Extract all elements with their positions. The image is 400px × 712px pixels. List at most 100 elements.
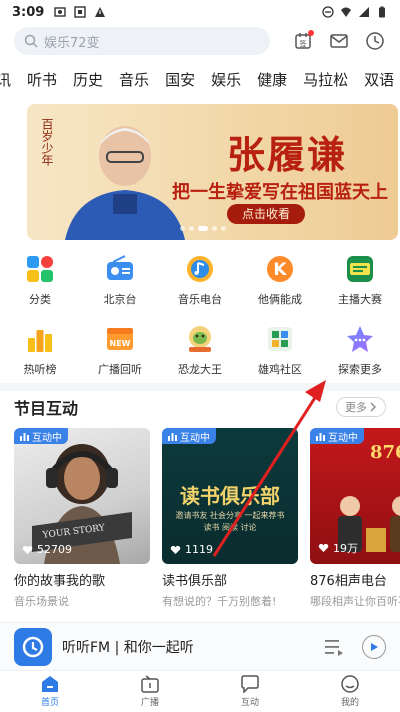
category-tab[interactable]: 娱乐 [203,69,249,90]
feature-grid-row-2: 热听榜 NEW 广播回听 恐龙大王 雄鸡社区 探索更多 [0,322,400,377]
search-placeholder: 娱乐72变 [44,35,100,51]
grid-label: 主播大赛 [338,293,382,306]
player-logo-icon [14,627,52,666]
nav-label: 我的 [340,698,359,708]
grid-item-beijing-radio[interactable]: 北京台 [80,252,160,307]
status-time: 3:09 [12,4,45,20]
music-radio-icon [183,252,217,286]
message-button[interactable] [328,30,350,52]
grid-label: 他俩能成 [258,293,302,306]
nav-label: 互动 [240,698,259,708]
radio-icon [103,252,137,286]
play-button[interactable] [362,634,386,659]
badge-label: 互动中 [328,432,358,444]
grid-label: 探索更多 [338,363,382,376]
grid-label: 热听榜 [23,363,57,376]
heart-icon [318,543,329,552]
card-image: 876相声 互动中 19万 [310,428,400,564]
program-cards: YOUR STORY 互动中 52709 你的故事我的歌 音乐场景说 读书俱乐部… [14,428,400,609]
search-row: 娱乐72变 签 [0,24,400,58]
capture-icon [74,6,87,18]
search-icon [24,34,38,48]
category-tab[interactable]: 健康 [249,69,295,90]
category-icon [23,252,57,286]
grid-item-replay[interactable]: NEW 广播回听 [80,322,160,377]
like-count: 1119 [170,543,213,556]
bottom-nav: 首页 广播 互动 我的 [0,670,400,712]
pagination-dot [221,226,226,231]
category-tab[interactable]: 国安 [157,69,203,90]
grid-item-k[interactable]: K 他俩能成 [240,252,320,307]
nav-home[interactable]: 首页 [0,671,100,712]
banner-tagline: 百岁少年 [40,118,54,166]
profile-icon [341,675,359,693]
chart-rank-icon [23,322,57,356]
grid-item-explore-more[interactable]: 探索更多 [320,322,400,377]
card-title: 876相声电台 [310,574,387,589]
mini-player[interactable]: 听听FM | 和你一起听 [0,622,400,670]
grid-item-anchor-contest[interactable]: 主播大赛 [320,252,400,307]
pagination-dot-active [198,226,208,231]
svg-text:签: 签 [300,39,307,48]
category-tab[interactable]: 音乐 [111,69,157,90]
category-tab[interactable]: 讯 [0,69,19,90]
grid-item-hot-list[interactable]: 热听榜 [0,322,80,377]
bars-icon [20,432,29,441]
clock-icon [366,32,384,50]
program-card[interactable]: 读书俱乐部 邀请书友 社会分享 一起来荐书 读书 阅读 讨论 互动中 1119 … [162,428,298,609]
camera-icon [54,7,67,17]
grid-item-dinosaur[interactable]: 恐龙大王 [160,322,240,377]
checkin-button[interactable]: 签 [292,30,314,52]
badge-label: 互动中 [180,432,210,444]
card-artwork-text: 邀请书友 社会分享 一起来荐书 读书 阅读 讨论 [175,511,285,532]
section-header: 节目互动 更多 [14,396,386,418]
live-badge: 互动中 [310,428,364,444]
program-card[interactable]: YOUR STORY 互动中 52709 你的故事我的歌 音乐场景说 [14,428,150,609]
live-badge: 互动中 [14,428,68,444]
category-tab[interactable]: 马拉松 [295,69,356,90]
grid-item-community[interactable]: 雄鸡社区 [240,322,320,377]
nav-profile[interactable]: 我的 [300,671,400,712]
badge-label: 互动中 [32,432,62,444]
category-tab[interactable]: 听书 [19,69,65,90]
like-count-value: 1119 [185,543,213,556]
nav-interact[interactable]: 互动 [200,671,300,712]
bars-icon [316,432,325,441]
card-title: 你的故事我的歌 [14,574,106,589]
home-icon [42,676,58,692]
like-count: 19万 [318,540,358,556]
anchor-contest-icon [343,252,377,286]
broadcast-icon [141,675,159,693]
search-input[interactable]: 娱乐72变 [14,27,270,55]
grid-label: 恐龙大王 [178,363,222,376]
promo-banner[interactable]: 百岁少年 张履谦 把一生挚爱写在祖国蓝天上 点击收看 [27,104,398,240]
category-tab[interactable]: 历史 [65,69,111,90]
nav-label: 首页 [40,698,59,708]
grid-label: 音乐电台 [178,293,222,306]
grid-item-music-radio[interactable]: 音乐电台 [160,252,240,307]
more-button[interactable]: 更多 [336,397,386,417]
player-title: 听听FM | 和你一起听 [62,639,194,656]
playlist-icon[interactable] [324,638,344,656]
dnd-icon [322,6,334,18]
top-icons: 签 [292,30,386,52]
mail-icon [330,34,348,48]
heart-icon [22,545,33,554]
program-card[interactable]: 876相声 互动中 19万 876相声电台 哪段相声让你百听不厌 [310,428,400,609]
heart-icon [170,545,181,554]
category-tabs: 讯 听书 历史 音乐 国安 娱乐 健康 马拉松 双语 [0,64,400,94]
grid-label: 雄鸡社区 [258,363,302,376]
banner-cta-button[interactable]: 点击收看 [227,204,305,224]
card-subtitle: 音乐场景说 [14,595,69,608]
history-button[interactable] [364,30,386,52]
status-bar: 3:09 [0,0,400,24]
grid-item-category[interactable]: 分类 [0,252,80,307]
nav-broadcast[interactable]: 广播 [100,671,200,712]
pagination-dot [212,226,217,231]
more-label: 更多 [345,401,367,414]
chevron-right-icon [370,402,376,412]
category-tab[interactable]: 双语 [356,69,400,90]
pagination-dot [189,226,194,231]
like-count-value: 19万 [333,542,358,555]
bars-icon [168,432,177,441]
